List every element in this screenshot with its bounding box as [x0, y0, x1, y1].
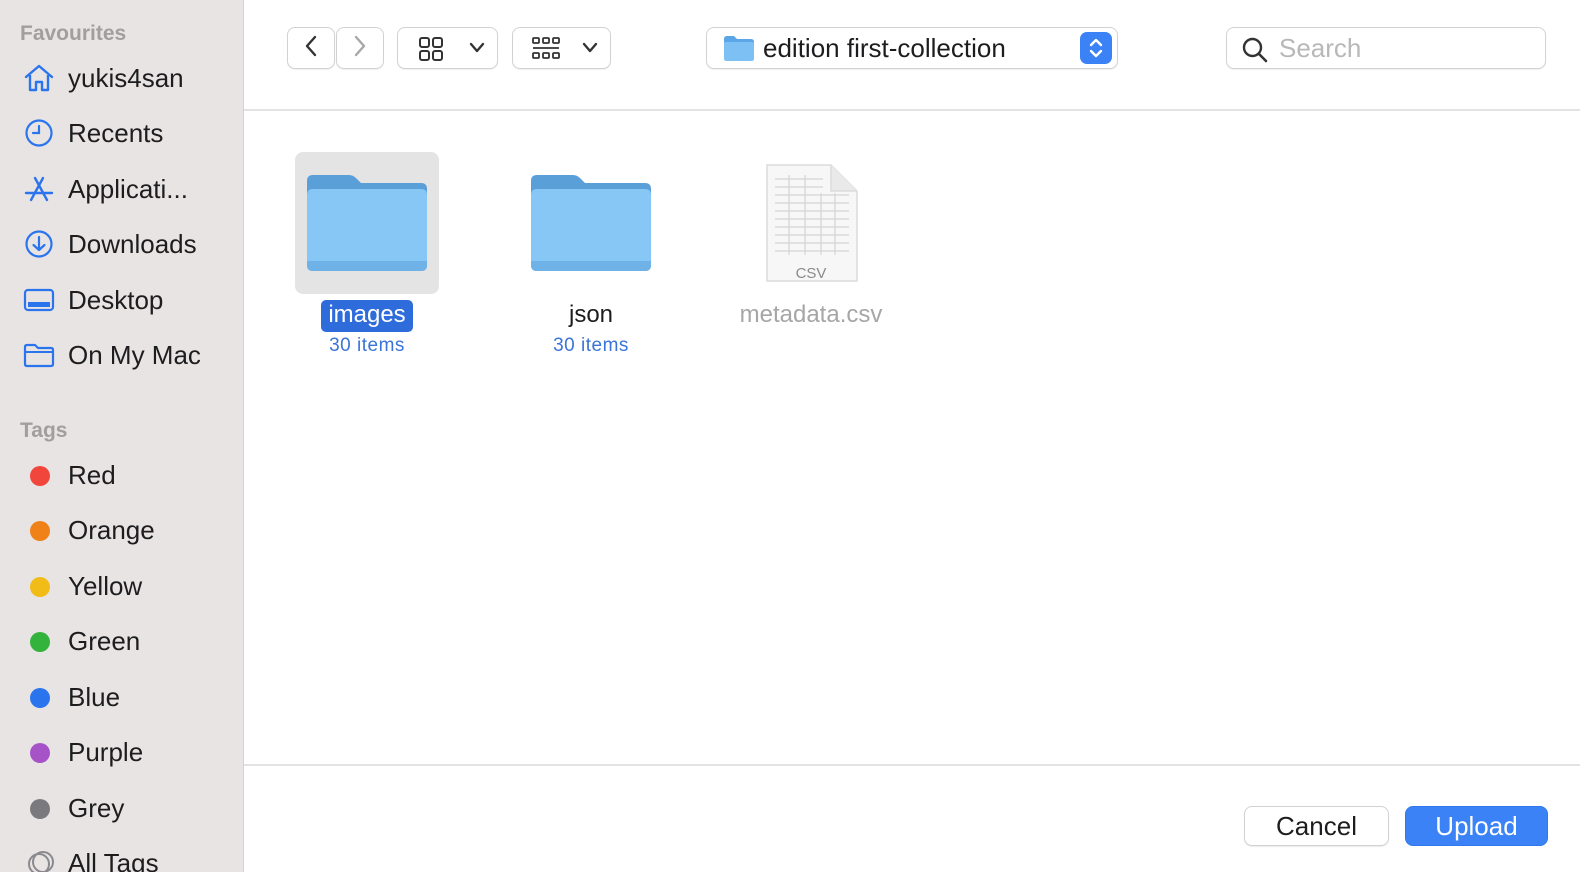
applications-icon	[22, 174, 56, 204]
search-icon	[1241, 36, 1269, 69]
csv-badge: CSV	[795, 265, 827, 282]
folder-icon	[531, 169, 651, 278]
sidebar-item-label: Yellow	[68, 570, 143, 601]
tags-heading: Tags	[20, 419, 68, 442]
sidebar-item-on-my-mac[interactable]: On My Mac	[0, 330, 243, 380]
chevron-down-icon	[468, 40, 486, 61]
file-browser-area: images 30 items json 30 items CSV metada…	[244, 111, 1580, 765]
clock-icon	[22, 118, 56, 148]
sidebar-item-label: yukis4san	[68, 62, 184, 93]
footer-divider	[244, 764, 1580, 766]
desktop-icon	[22, 285, 56, 315]
folder-icon	[22, 340, 56, 370]
file-name-text: images	[321, 300, 413, 332]
location-label: edition first-collection	[763, 33, 1006, 63]
sidebar-item-label: Recents	[68, 117, 164, 148]
sidebar-item-label: Green	[68, 625, 141, 656]
view-mode-button[interactable]	[397, 27, 498, 69]
sidebar-tag-green[interactable]: Green	[0, 616, 243, 666]
folder-icon	[723, 34, 755, 67]
sidebar-item-downloads[interactable]: Downloads	[0, 219, 243, 269]
sidebar-item-label: Downloads	[68, 228, 197, 259]
sidebar-item-label: Grey	[68, 792, 125, 823]
chevron-right-icon	[352, 34, 368, 63]
tag-dot-icon	[30, 799, 50, 819]
tag-dot-icon	[30, 632, 50, 652]
download-icon	[22, 229, 56, 259]
search-field[interactable]	[1226, 27, 1546, 69]
tag-dot-icon	[30, 466, 50, 486]
sidebar-item-label: Blue	[68, 681, 121, 712]
group-view-icon	[531, 36, 561, 67]
sidebar-item-label: Desktop	[68, 284, 164, 315]
sidebar-item-applications[interactable]: Applicati...	[0, 164, 243, 214]
sidebar-item-label: Applicati...	[68, 173, 188, 204]
cancel-button[interactable]: Cancel	[1244, 806, 1389, 846]
up-down-chevron-icon	[1080, 32, 1112, 64]
file-item-images[interactable]: images 30 items	[267, 111, 467, 356]
all-tags-icon	[24, 848, 58, 872]
file-name: metadata.csv	[711, 300, 911, 332]
sidebar-item-label: Red	[68, 459, 116, 490]
home-icon	[22, 63, 56, 93]
sidebar-tag-grey[interactable]: Grey	[0, 783, 243, 833]
tag-dot-icon	[30, 577, 50, 597]
file-name-text: json	[568, 301, 614, 328]
sidebar-tag-orange[interactable]: Orange	[0, 505, 243, 555]
icon-view-icon	[418, 36, 444, 67]
forward-button[interactable]	[336, 27, 384, 69]
file-name: json	[491, 300, 691, 332]
sidebar-item-recents[interactable]: Recents	[0, 108, 243, 158]
search-input[interactable]	[1279, 32, 1539, 64]
upload-button[interactable]: Upload	[1405, 806, 1548, 846]
chevron-down-icon	[581, 40, 599, 61]
sidebar-item-label: Orange	[68, 514, 155, 545]
tag-dot-icon	[30, 743, 50, 763]
sidebar-tag-blue[interactable]: Blue	[0, 672, 243, 722]
location-popup[interactable]: edition first-collection	[706, 27, 1118, 69]
file-name-text: metadata.csv	[739, 301, 883, 328]
tag-dot-icon	[30, 688, 50, 708]
file-item-metadata-csv[interactable]: CSV metadata.csv	[711, 111, 911, 341]
file-item-count: 30 items	[329, 335, 405, 356]
chevron-left-icon	[303, 34, 319, 63]
tag-dot-icon	[30, 521, 50, 541]
group-by-button[interactable]	[512, 27, 611, 69]
sidebar-tag-red[interactable]: Red	[0, 450, 243, 500]
sidebar-item-home[interactable]: yukis4san	[0, 53, 243, 103]
file-item-json[interactable]: json 30 items	[491, 111, 691, 356]
sidebar: Favourites yukis4san Recents Applicati..…	[0, 0, 244, 872]
sidebar-tag-yellow[interactable]: Yellow	[0, 561, 243, 611]
sidebar-item-label: All Tags	[68, 847, 159, 872]
favourites-heading: Favourites	[20, 22, 127, 45]
back-button[interactable]	[287, 27, 335, 69]
folder-icon	[307, 169, 427, 278]
sidebar-item-label: Purple	[68, 736, 144, 767]
sidebar-tag-purple[interactable]: Purple	[0, 727, 243, 777]
file-name: images	[267, 300, 467, 332]
sidebar-item-label: On My Mac	[68, 339, 201, 370]
sidebar-tag-all-tags[interactable]: All Tags	[0, 838, 243, 872]
file-item-count: 30 items	[553, 335, 629, 356]
sidebar-item-desktop[interactable]: Desktop	[0, 275, 243, 325]
